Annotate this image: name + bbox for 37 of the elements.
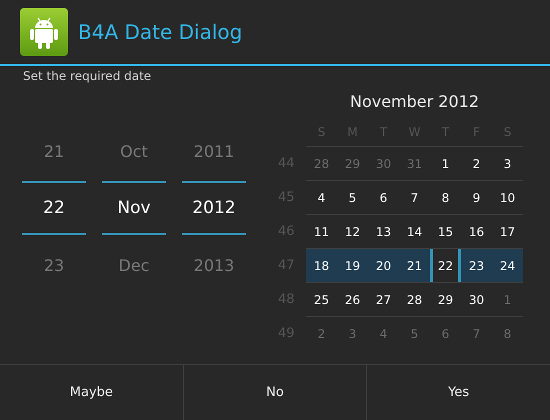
calendar-day[interactable]: 28 [399,283,430,316]
calendar-day[interactable]: 19 [337,249,368,282]
android-robot-icon [20,8,68,56]
calendar-day[interactable]: 10 [492,181,523,214]
calendar-day[interactable]: 27 [368,283,399,316]
dialog-message: Set the required date [22,68,152,85]
calendar-day[interactable]: 14 [399,215,430,248]
calendar-day[interactable]: 30 [461,283,492,316]
calendar-day[interactable]: 24 [492,249,523,282]
month-title: November 2012 [348,92,480,113]
calendar-day[interactable]: 6 [368,181,399,214]
calendar-day[interactable]: 11 [306,215,337,248]
calendar-day[interactable]: 22 [430,249,461,282]
calendar-day[interactable]: 29 [430,283,461,316]
calendar-day[interactable]: 13 [368,215,399,248]
calendar-day[interactable]: 5 [337,181,368,214]
calendar-day[interactable]: 1 [430,147,461,180]
window-title: B4A Date Dialog [78,20,242,44]
calendar-day[interactable]: 21 [399,249,430,282]
calendar-day[interactable]: 8 [430,181,461,214]
calendar-day[interactable]: 16 [461,215,492,248]
calendar-day[interactable]: 26 [337,283,368,316]
picker-value[interactable]: Nov [102,181,166,235]
picker-value[interactable]: 22 [22,181,86,235]
calendar-day[interactable]: 9 [461,181,492,214]
calendar-day[interactable]: 12 [337,215,368,248]
calendar-day[interactable]: 3 [492,147,523,180]
calendar-day[interactable]: 7 [399,181,430,214]
calendar-day[interactable]: 23 [461,249,492,282]
calendar-day[interactable]: 20 [368,249,399,282]
calendar-day[interactable]: 17 [492,215,523,248]
picker-value[interactable]: 2012 [182,181,246,235]
calendar-day[interactable]: 18 [306,249,337,282]
calendar-day[interactable]: 15 [430,215,461,248]
calendar-day[interactable]: 4 [306,181,337,214]
calendar-day[interactable]: 2 [461,147,492,180]
calendar-day[interactable]: 25 [306,283,337,316]
